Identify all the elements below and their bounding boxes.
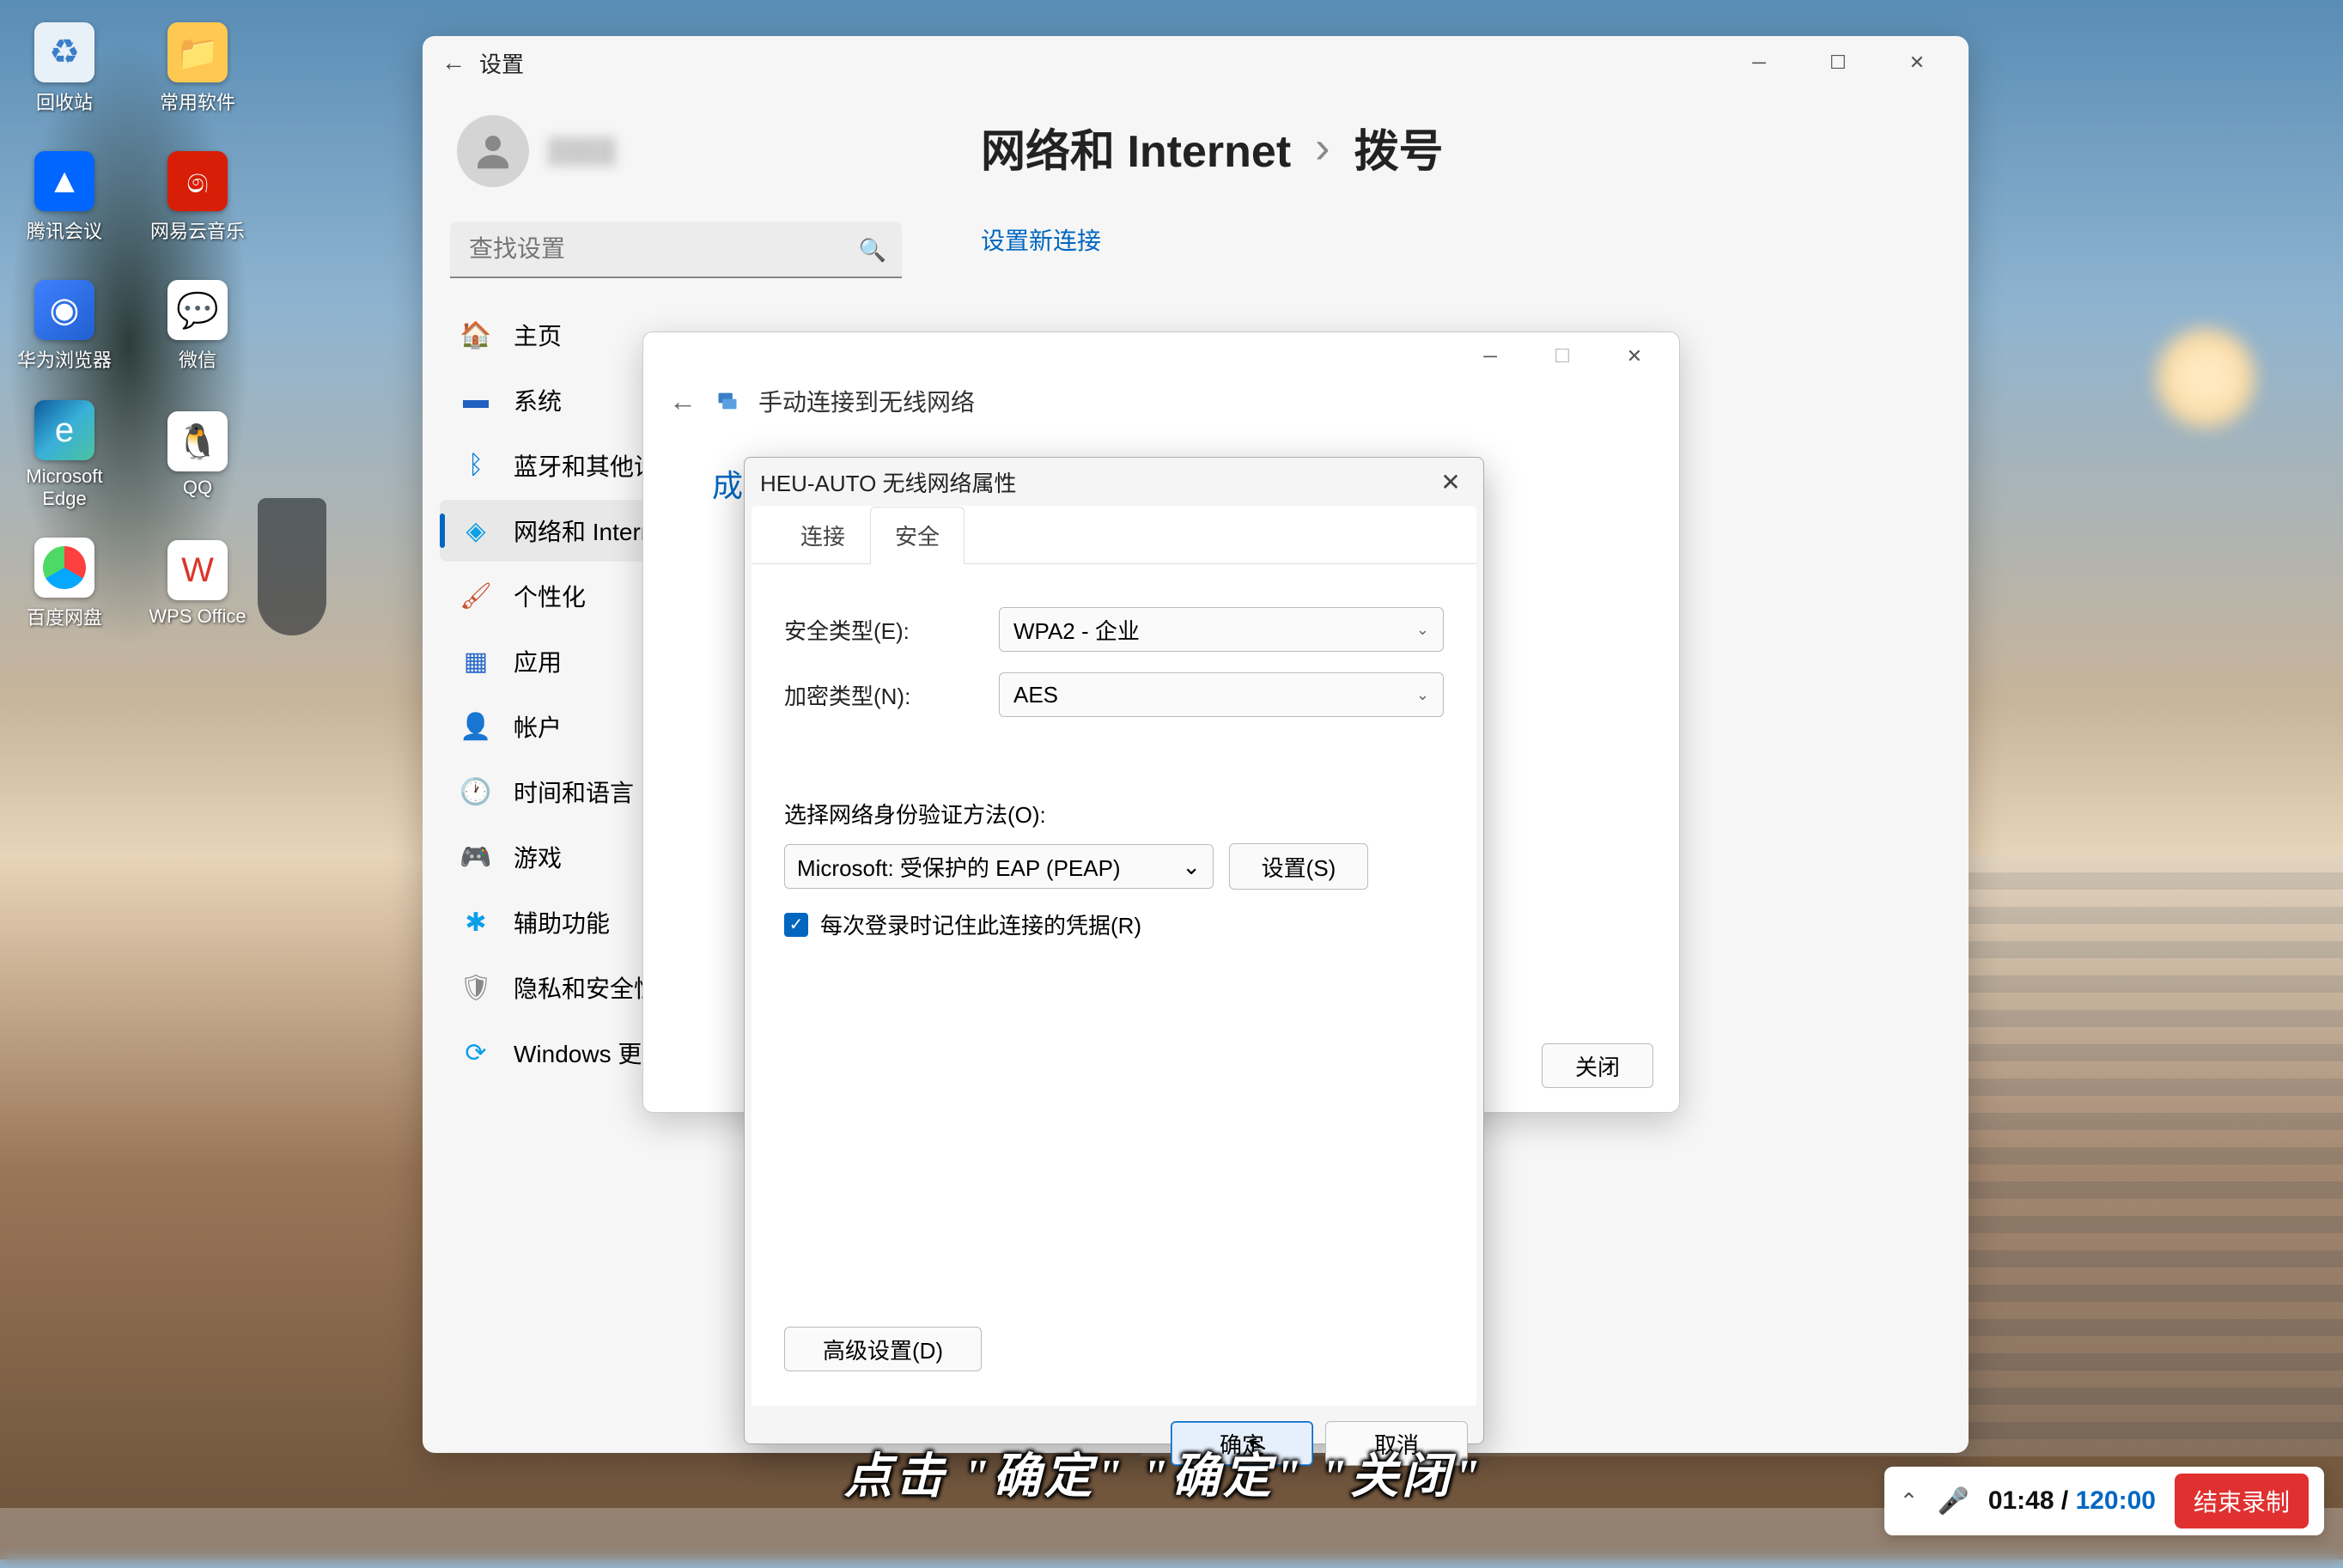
breadcrumb: 网络和 Internet › 拨号 (981, 115, 1917, 179)
baidu-netdisk-icon[interactable]: 百度网盘 (9, 524, 120, 644)
minimize-button[interactable]: ─ (1719, 39, 1798, 87)
back-button[interactable]: ← (435, 44, 472, 82)
gamepad-icon: 🎮 (460, 842, 491, 872)
auth-settings-button[interactable]: 设置(S) (1229, 843, 1368, 890)
folder-common-software[interactable]: 📁常用软件 (142, 9, 253, 129)
edge-icon[interactable]: eMicrosoft Edge (9, 395, 120, 515)
wizard-close-btn[interactable]: 关闭 (1542, 1043, 1653, 1088)
security-type-select[interactable]: WPA2 - 企业⌄ (999, 607, 1444, 652)
subtitle-text: 点击 "确定" "确定" "关闭" (844, 1437, 1484, 1507)
auth-method-select[interactable]: Microsoft: 受保护的 EAP (PEAP)⌄ (784, 844, 1214, 889)
remember-credentials-checkbox[interactable]: ✓ (784, 913, 808, 937)
update-icon: ⟳ (460, 1037, 491, 1068)
wifi-icon: ◈ (460, 515, 491, 546)
close-button[interactable]: ✕ (1877, 39, 1957, 87)
screen-recording-bar: ⌃ 🎤 01:48 / 120:00 结束录制 (1884, 1467, 2324, 1535)
dialog-title: HEU-AUTO 无线网络属性 (760, 466, 1017, 498)
bluetooth-icon: ᛒ (460, 450, 491, 481)
collapse-icon[interactable]: ⌃ (1900, 1488, 1919, 1515)
huawei-browser-icon[interactable]: ◉华为浏览器 (9, 266, 120, 386)
wechat-icon[interactable]: 💬微信 (142, 266, 253, 386)
wireless-properties-dialog: HEU-AUTO 无线网络属性 ✕ 连接 安全 安全类型(E): WPA2 - … (744, 457, 1484, 1444)
avatar-icon (457, 115, 529, 187)
dialog-tabs: 连接 安全 (752, 506, 1476, 564)
recording-time: 01:48 / 120:00 (1988, 1486, 2156, 1516)
wizard-close-button[interactable]: ✕ (1598, 336, 1671, 377)
breadcrumb-parent[interactable]: 网络和 Internet (981, 115, 1291, 179)
search-input[interactable] (450, 222, 902, 278)
apps-icon: ▦ (460, 646, 491, 677)
person-icon: 👤 (460, 711, 491, 742)
setup-new-connection-link[interactable]: 设置新连接 (981, 222, 1917, 257)
stop-recording-button[interactable]: 结束录制 (2175, 1474, 2309, 1528)
breadcrumb-separator: › (1315, 122, 1330, 173)
clock-icon: 🕐 (460, 776, 491, 807)
network-icon (714, 387, 741, 415)
recycle-bin-icon[interactable]: ♻回收站 (9, 9, 120, 129)
microphone-icon[interactable]: 🎤 (1937, 1486, 1969, 1516)
window-title: 设置 (479, 47, 524, 79)
auth-method-label: 选择网络身份验证方法(O): (784, 798, 1444, 830)
wizard-maximize-button[interactable]: ☐ (1526, 336, 1598, 377)
tencent-meeting-icon[interactable]: ▲腾讯会议 (9, 137, 120, 258)
user-name-blurred: ████ (548, 137, 616, 165)
maximize-button[interactable]: ☐ (1798, 39, 1877, 87)
qq-icon[interactable]: 🐧QQ (142, 395, 253, 515)
dialog-close-button[interactable]: ✕ (1433, 465, 1468, 499)
subtitle-overlay: 点击 "确定" "确定" "关闭" (575, 1441, 1752, 1503)
breadcrumb-current: 拨号 (1354, 115, 1443, 179)
chevron-down-icon: ⌄ (1416, 621, 1429, 639)
wps-office-icon[interactable]: WWPS Office (142, 524, 253, 644)
wizard-title: 手动连接到无线网络 (758, 384, 975, 418)
encryption-type-label: 加密类型(N): (784, 679, 999, 711)
accessibility-icon: ✱ (460, 907, 491, 938)
remember-credentials-label: 每次登录时记住此连接的凭据(R) (820, 909, 1141, 940)
wizard-minimize-button[interactable]: ─ (1454, 336, 1526, 377)
netease-music-icon[interactable]: ෧网易云音乐 (142, 137, 253, 258)
advanced-settings-button[interactable]: 高级设置(D) (784, 1327, 982, 1371)
search-settings[interactable]: 🔍 (450, 222, 902, 278)
encryption-type-select[interactable]: AES⌄ (999, 672, 1444, 717)
chevron-down-icon: ⌄ (1182, 854, 1201, 880)
tab-connection[interactable]: 连接 (776, 507, 870, 564)
home-icon: 🏠 (460, 319, 491, 350)
system-icon: ▬ (460, 385, 491, 416)
security-type-label: 安全类型(E): (784, 614, 999, 646)
wizard-back-button[interactable]: ← (669, 386, 697, 417)
search-icon: 🔍 (859, 237, 886, 264)
chevron-down-icon: ⌄ (1416, 686, 1429, 704)
desktop-icons-grid: ♻回收站 📁常用软件 ▲腾讯会议 ෧网易云音乐 ◉华为浏览器 💬微信 eMicr… (9, 9, 266, 644)
tab-security[interactable]: 安全 (870, 507, 965, 564)
user-profile[interactable]: ████ (440, 106, 912, 213)
shield-icon: 🛡 (460, 972, 491, 1003)
brush-icon: 🖌 (460, 580, 491, 611)
